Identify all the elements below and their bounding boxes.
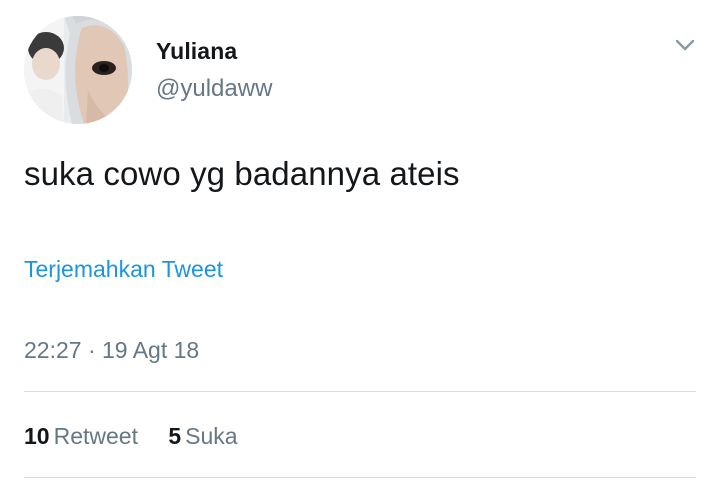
avatar-photo bbox=[24, 16, 132, 124]
avatar[interactable] bbox=[24, 16, 132, 124]
retweet-count: 10 bbox=[24, 423, 50, 449]
divider bbox=[24, 391, 696, 392]
chevron-down-icon bbox=[675, 39, 695, 51]
author-name[interactable]: Yuliana bbox=[156, 38, 237, 65]
translate-tweet-link[interactable]: Terjemahkan Tweet bbox=[24, 256, 223, 283]
retweet-count-link[interactable]: 10 Retweet bbox=[24, 423, 138, 450]
like-label: Suka bbox=[185, 423, 238, 449]
retweet-label: Retweet bbox=[53, 423, 138, 449]
tweet-timestamp[interactable]: 22:27 · 19 Agt 18 bbox=[24, 337, 199, 364]
tweet-text: suka cowo yg badannya ateis bbox=[24, 155, 460, 192]
like-count: 5 bbox=[168, 423, 182, 449]
tweet-stats: 10 Retweet 5 Suka bbox=[24, 423, 262, 450]
tweet-menu-button[interactable] bbox=[670, 30, 700, 60]
like-count-link[interactable]: 5 Suka bbox=[168, 423, 237, 450]
divider bbox=[24, 477, 696, 478]
author-handle[interactable]: @yuldaww bbox=[156, 75, 272, 103]
